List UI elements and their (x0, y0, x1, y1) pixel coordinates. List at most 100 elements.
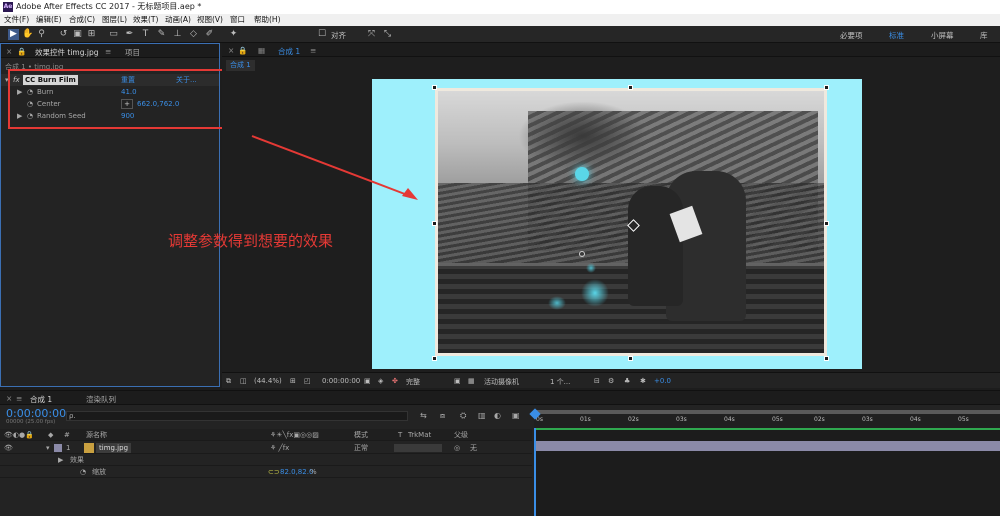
anchor-point-icon[interactable] (579, 251, 585, 257)
selection-handle[interactable] (824, 356, 829, 361)
menu-icon[interactable]: ≡ (16, 394, 22, 403)
selection-handle[interactable] (628, 85, 633, 90)
menu-effect[interactable]: 效果(T) (133, 14, 158, 26)
expand-arrow-icon[interactable]: ▾ (46, 442, 50, 454)
layer-name[interactable]: timg.jpg (96, 443, 132, 453)
menu-help[interactable]: 帮助(H) (254, 14, 281, 26)
snap-checkbox[interactable]: ☐ (318, 29, 326, 40)
channel-icon[interactable]: ✤ (392, 377, 398, 385)
tab-project[interactable]: 项目 (125, 47, 140, 58)
mask-icon[interactable]: ◫ (240, 377, 247, 385)
fast-preview-icon[interactable]: ▣ (454, 377, 461, 385)
layer-row[interactable]: 👁 ▾ 1 timg.jpg ⚘ ╱fx 正常 ◎ 无 (0, 442, 532, 454)
layer-switches-icon[interactable]: ⚘ ╱fx (270, 442, 289, 454)
flowchart-icon[interactable]: ♣ (624, 377, 630, 385)
rectangle-tool-icon[interactable]: ▭ (108, 29, 119, 40)
brush-tool-icon[interactable]: ✎ (156, 29, 167, 40)
menu-window[interactable]: 窗口 (230, 14, 245, 26)
graph-editor-icon[interactable]: ▣ (512, 411, 520, 420)
selection-handle[interactable] (432, 221, 437, 226)
selection-handle[interactable] (432, 356, 437, 361)
pickwhip-icon[interactable]: ◎ (454, 442, 460, 454)
resolution-select[interactable]: 完整 (406, 377, 420, 387)
selection-tool-icon[interactable]: ▶ (8, 29, 19, 40)
effects-row[interactable]: ▶ 效果 (0, 454, 532, 466)
photo-layer[interactable] (435, 88, 827, 356)
menu-file[interactable]: 文件(F) (4, 14, 29, 26)
timeline-tracks[interactable] (529, 408, 1000, 516)
visibility-icon[interactable]: 👁 (4, 442, 13, 454)
expand-arrow-icon[interactable]: ▶ (58, 454, 63, 466)
stamp-tool-icon[interactable]: ⊥ (172, 29, 183, 40)
close-icon[interactable]: × (6, 394, 12, 403)
exposure-icon[interactable]: ✱ (640, 377, 646, 385)
draft-3d-icon[interactable]: ⧈ (440, 411, 445, 421)
align-option-icon[interactable]: ⤡ (382, 29, 393, 40)
menu-view[interactable]: 视图(V) (197, 14, 223, 26)
playhead[interactable] (534, 428, 536, 516)
timeline-search-input[interactable]: ρ. (66, 411, 408, 421)
motion-blur-icon[interactable]: ◐ (494, 411, 501, 420)
scale-value[interactable]: 82.0,82.0 (280, 466, 313, 478)
sub-tab-composition[interactable]: 合成 1 (226, 60, 255, 71)
grid-icon[interactable]: ⊞ (290, 377, 296, 385)
selection-handle[interactable] (824, 85, 829, 90)
camera-tool-icon[interactable]: ▣ (72, 29, 83, 40)
snapshot-icon[interactable]: ▣ (364, 377, 371, 385)
roto-brush-tool-icon[interactable]: ✐ (204, 29, 215, 40)
work-area-bar[interactable] (534, 410, 1000, 414)
views-select[interactable]: 1 个... (550, 377, 570, 387)
close-icon[interactable]: × (228, 46, 234, 55)
frame-blending-icon[interactable]: ▥ (478, 411, 486, 420)
rotate-tool-icon[interactable]: ↺ (58, 29, 69, 40)
hand-tool-icon[interactable]: ✋ (22, 29, 33, 40)
tab-composition[interactable]: 合成 1 (278, 46, 300, 57)
workspace-standard[interactable]: 标准 (889, 30, 904, 41)
viewer-timecode[interactable]: 0:00:00:00 (322, 377, 360, 385)
pen-tool-icon[interactable]: ✒ (124, 29, 135, 40)
selection-handle[interactable] (628, 356, 633, 361)
lock-icon[interactable]: 🔒 (238, 46, 247, 55)
camera-select[interactable]: 活动摄像机 (484, 377, 519, 387)
region-icon[interactable]: ◰ (304, 377, 311, 385)
exposure-value[interactable]: +0.0 (654, 377, 671, 385)
workspace-essentials[interactable]: 必要项 (840, 30, 863, 41)
toggle-pixel-icon[interactable]: ⊟ (594, 377, 600, 385)
eraser-tool-icon[interactable]: ◇ (188, 29, 199, 40)
snap-option-icon[interactable]: ⤧ (366, 29, 377, 40)
zoom-tool-icon[interactable]: ⚲ (36, 29, 47, 40)
menu-layer[interactable]: 图层(L) (102, 14, 127, 26)
menu-animation[interactable]: 动画(A) (165, 14, 191, 26)
menu-edit[interactable]: 编辑(E) (36, 14, 62, 26)
label-color[interactable] (54, 444, 62, 452)
close-icon[interactable]: × (6, 47, 12, 56)
reset-exposure-icon[interactable]: ⚙ (608, 377, 614, 385)
comp-mini-flowchart-icon[interactable]: ⇆ (420, 411, 427, 420)
tab-render-queue[interactable]: 渲染队列 (86, 394, 116, 405)
stopwatch-icon[interactable]: ◔ (80, 466, 86, 478)
workspace-libraries[interactable]: 库 (980, 30, 988, 41)
zoom-level[interactable]: (44.4%) (254, 377, 282, 385)
layer-duration-bar[interactable] (534, 441, 1000, 451)
shy-icon[interactable]: ⛭ (460, 411, 466, 421)
show-snapshot-icon[interactable]: ◈ (378, 377, 383, 385)
always-preview-icon[interactable]: ⧉ (226, 377, 231, 386)
menu-icon[interactable]: ≡ (105, 47, 111, 56)
text-tool-icon[interactable]: T (140, 29, 151, 40)
trkmat-select[interactable] (394, 444, 442, 452)
scale-row[interactable]: ◔ 缩放 ⊂⊃ 82.0,82.0 % (0, 466, 532, 478)
lock-icon[interactable]: 🔒 (17, 47, 26, 56)
layer-mode-select[interactable]: 正常 (354, 442, 368, 454)
parent-select[interactable]: 无 (470, 442, 477, 454)
menu-composition[interactable]: 合成(C) (69, 14, 95, 26)
tab-timeline[interactable]: 合成 1 (30, 394, 52, 405)
selection-handle[interactable] (432, 85, 437, 90)
time-ruler[interactable]: 0s 01s 02s 03s 04s 05s 02s 03s 04s 05s (534, 410, 1000, 428)
selection-handle[interactable] (824, 221, 829, 226)
puppet-tool-icon[interactable]: ✦ (228, 29, 239, 40)
workspace-small-screen[interactable]: 小屏幕 (931, 30, 954, 41)
menu-icon[interactable]: ≡ (310, 46, 316, 55)
constrain-icon[interactable]: ⊂⊃ (268, 466, 280, 478)
tab-effect-controls[interactable]: 效果控件 timg.jpg (35, 47, 98, 58)
transparency-grid-icon[interactable]: ▦ (468, 377, 475, 385)
